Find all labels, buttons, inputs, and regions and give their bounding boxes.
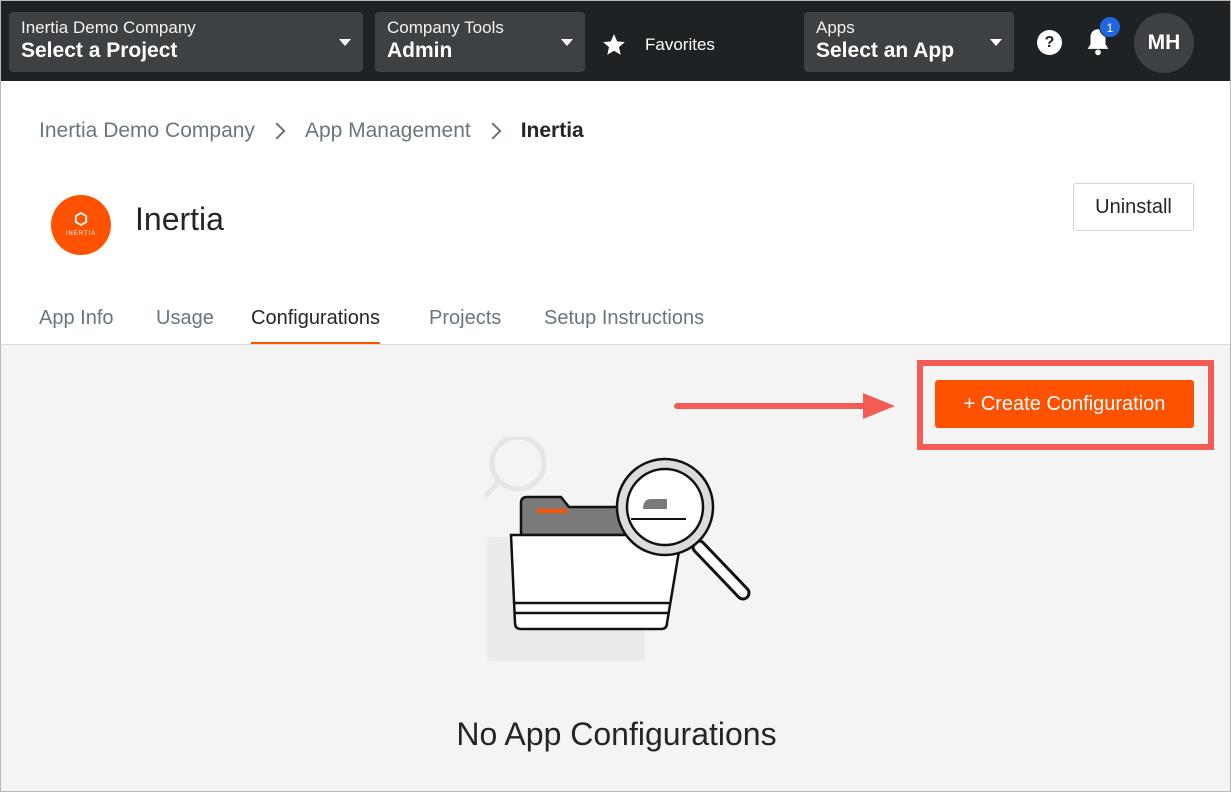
apps-selector[interactable]: Apps Select an App: [804, 12, 1014, 72]
tab-app-info[interactable]: App Info: [39, 307, 114, 345]
project-selector-value: Select a Project: [21, 39, 178, 62]
empty-state-title: No App Configurations: [456, 716, 777, 752]
star-icon: [603, 34, 625, 55]
help-icon[interactable]: ?: [1037, 30, 1062, 55]
project-selector-label: Inertia Demo Company: [21, 18, 196, 37]
apps-selector-label: Apps: [816, 18, 855, 37]
chevron-down-icon: [339, 39, 351, 46]
uninstall-button[interactable]: Uninstall: [1073, 183, 1194, 231]
chevron-down-icon: [990, 39, 1002, 46]
tab-setup-instructions[interactable]: Setup Instructions: [544, 307, 704, 345]
tab-projects[interactable]: Projects: [429, 307, 501, 345]
company-tools-selector[interactable]: Company Tools Admin: [375, 12, 585, 72]
notification-badge: 1: [1099, 16, 1121, 38]
chevron-right-icon: [484, 122, 502, 140]
app-window: Inertia Demo Company Select a Project Co…: [0, 0, 1231, 792]
page-title: Inertia: [135, 201, 224, 237]
breadcrumb-item-company[interactable]: Inertia Demo Company: [39, 119, 255, 143]
chevron-down-icon: [561, 39, 573, 46]
annotation-arrow: [674, 393, 895, 419]
create-configuration-button[interactable]: + Create Configuration: [935, 380, 1194, 428]
apps-selector-value: Select an App: [816, 39, 955, 62]
avatar[interactable]: MH: [1134, 13, 1194, 73]
hexagon-logo-icon: [74, 212, 88, 226]
chevron-right-icon: [268, 122, 286, 140]
app-logo-wordmark: INERTIA: [65, 231, 97, 237]
breadcrumb: Inertia Demo Company App Management Iner…: [39, 119, 584, 143]
breadcrumb-item-app-management[interactable]: App Management: [305, 119, 471, 143]
top-nav: Inertia Demo Company Select a Project Co…: [1, 1, 1230, 81]
folder-search-illustration: [483, 437, 751, 661]
favorites-button[interactable]: Favorites: [601, 30, 715, 60]
company-tools-value: Admin: [387, 39, 453, 62]
tab-usage[interactable]: Usage: [156, 307, 214, 345]
app-logo: INERTIA: [51, 195, 111, 255]
project-selector[interactable]: Inertia Demo Company Select a Project: [9, 12, 363, 72]
company-tools-label: Company Tools: [387, 18, 504, 37]
tab-configurations[interactable]: Configurations: [251, 307, 380, 345]
favorites-label: Favorites: [645, 35, 715, 54]
breadcrumb-item-current: Inertia: [520, 119, 584, 142]
